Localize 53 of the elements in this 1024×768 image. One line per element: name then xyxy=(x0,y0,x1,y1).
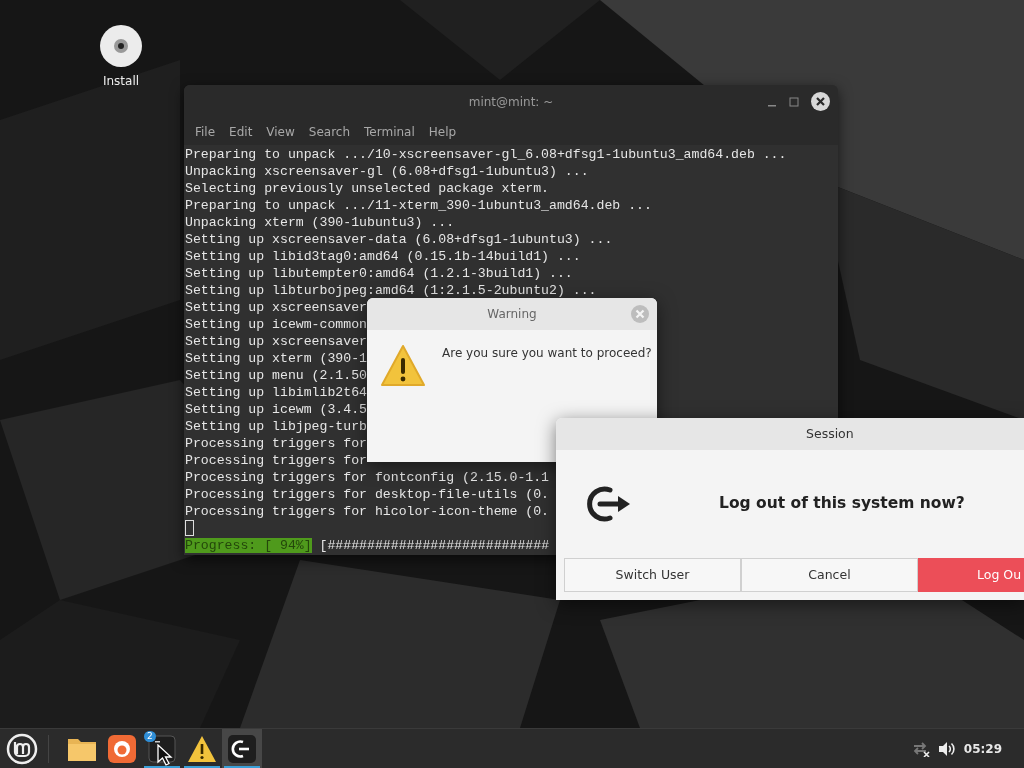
terminal-line: Setting up xterm (390-1 xyxy=(185,351,368,366)
browser-icon xyxy=(108,734,136,763)
window-count-badge: 2 xyxy=(144,730,156,742)
dialog-message: Log out of this system now? xyxy=(719,493,965,515)
progress-bar-text: [############################ xyxy=(319,538,550,553)
log-out-button[interactable]: Log Ou xyxy=(918,558,1024,592)
menu-item[interactable]: Help xyxy=(421,122,464,141)
clock[interactable]: 05:29 xyxy=(963,739,1002,758)
menu-item[interactable]: Terminal xyxy=(357,122,422,141)
terminal-line: Setting up icewm (3.4.5 xyxy=(185,402,368,417)
dialog-message: Are you sure you want to proceed? xyxy=(442,345,652,362)
terminal-line: Processing triggers for desktop-file-utils (0. xyxy=(185,487,550,502)
terminal-line: Setting up libjpeg-turb xyxy=(185,419,368,434)
terminal-line: Selecting previously unselected package xterm. xyxy=(185,181,550,196)
terminal-line: Setting up menu (2.1.50 xyxy=(185,368,368,383)
dialog-title: Warning xyxy=(487,306,537,323)
close-icon[interactable] xyxy=(811,92,830,111)
warning-icon xyxy=(187,734,217,763)
progress-label: Progress: [ 94%] xyxy=(185,538,312,553)
terminal-line: Processing triggers for hicolor-icon-theme (0. xyxy=(185,504,550,519)
terminal-line: Setting up libimlib2t64 xyxy=(185,385,368,400)
logout-icon xyxy=(228,734,256,763)
desktop-icon-label[interactable]: Install xyxy=(102,72,140,90)
terminal-line: Setting up icewm-common xyxy=(185,317,368,332)
window-title: mint@mint: ~ xyxy=(468,93,554,111)
menu-item[interactable]: Edit xyxy=(222,122,260,141)
taskbar-app-button[interactable] xyxy=(222,728,262,768)
menu-item[interactable]: Search xyxy=(301,122,358,141)
terminal-line: Processing triggers for xyxy=(185,453,368,468)
terminal-line: Processing triggers for fontconfig (2.15.0-1.1 xyxy=(185,470,550,485)
terminal-line: Unpacking xscreensaver-gl (6.08+dfsg1-1ubuntu3) ... xyxy=(185,164,589,179)
terminal-line: Preparing to unpack .../11-xterm_390-1ubuntu3_amd64.deb ... xyxy=(185,198,652,213)
network-offline-icon[interactable] xyxy=(911,740,930,757)
volume-icon[interactable] xyxy=(937,740,956,757)
dialog-title: Session xyxy=(806,424,854,443)
terminal-line: Setting up xscreensaver xyxy=(185,334,368,349)
menu-item[interactable]: File xyxy=(188,122,223,141)
warning-icon xyxy=(380,344,426,388)
dialog-button[interactable]: Switch User xyxy=(564,558,741,592)
terminal-line: Setting up libutempter0:amd64 (1.2.1-3build1) ... xyxy=(185,266,573,281)
menu-item[interactable]: View xyxy=(259,122,302,141)
disc-icon[interactable] xyxy=(99,24,143,68)
terminal-line: Setting up libid3tag0:amd64 (0.15.1b-14build1) ... xyxy=(185,249,581,264)
terminal-line: Preparing to unpack .../10-xscreensaver-gl_6.08+dfsg1-1ubuntu3_amd64.deb ... xyxy=(185,147,787,162)
terminal-line: Processing triggers for xyxy=(185,436,368,451)
terminal-line: Setting up libturbojpeg:amd64 (1:2.1.5-2ubuntu2) ... xyxy=(185,283,597,298)
mouse-pointer-icon xyxy=(157,744,173,766)
terminal-line: Unpacking xterm (390-1ubuntu3) ... xyxy=(185,215,455,230)
maximize-icon[interactable] xyxy=(789,96,799,107)
terminal-line: Setting up xscreensaver-data (6.08+dfsg1-1ubuntu3) ... xyxy=(185,232,613,247)
dialog-button[interactable]: Cancel xyxy=(741,558,918,592)
menu-icon[interactable] xyxy=(6,732,38,765)
terminal-line: Setting up xscreensaver xyxy=(185,300,368,315)
